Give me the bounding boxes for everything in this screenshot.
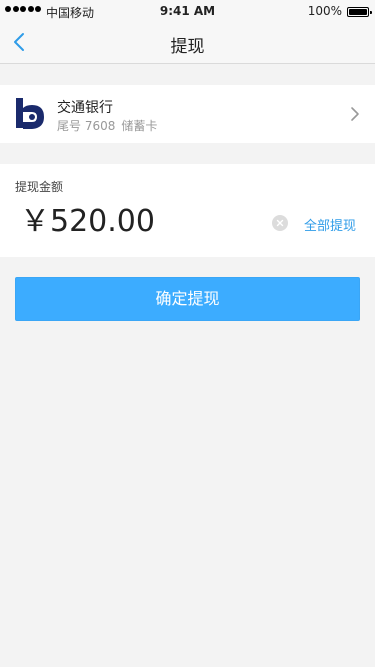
bank-logo [14, 96, 50, 132]
page-title: 提现 [170, 37, 205, 57]
battery-icon [347, 7, 372, 17]
battery-percentage: 100% [307, 4, 342, 18]
clear-icon[interactable] [272, 215, 288, 231]
amount-label: 提现金额 [15, 180, 64, 194]
amount-input[interactable]: ￥520.00 [20, 202, 155, 242]
card-type: 储蓄卡 [121, 119, 158, 133]
confirm-withdraw-button[interactable]: 确定提现 [15, 277, 360, 321]
withdraw-all-button[interactable]: 全部提现 [304, 215, 356, 234]
navigation-bar: 提现 [0, 22, 375, 64]
card-tail-number: 尾号 7608 [57, 119, 116, 133]
bank-card-selector[interactable]: 交通银行 尾号 7608 储蓄卡 [0, 85, 375, 143]
card-details: 尾号 7608 储蓄卡 [57, 117, 157, 134]
bank-name: 交通银行 [57, 100, 113, 116]
status-bar: 中国移动 9:41 AM 100% [0, 0, 375, 22]
chevron-right-icon [351, 107, 359, 121]
amount-panel: 提现金额 ￥520.00 全部提现 [0, 164, 375, 257]
